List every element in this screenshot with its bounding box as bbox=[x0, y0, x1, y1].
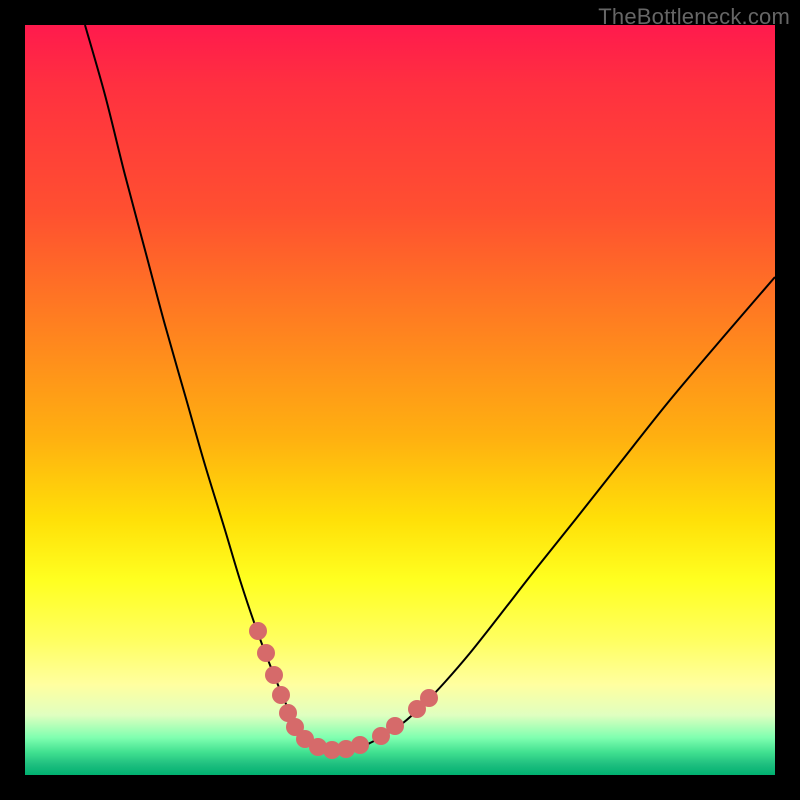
marker-group bbox=[249, 622, 438, 759]
watermark-text: TheBottleneck.com bbox=[598, 4, 790, 30]
marker-right-upper-14 bbox=[420, 689, 438, 707]
marker-left-cluster-1 bbox=[257, 644, 275, 662]
marker-left-cluster-0 bbox=[249, 622, 267, 640]
chart-svg bbox=[25, 25, 775, 775]
marker-bottom-10 bbox=[351, 736, 369, 754]
marker-right-cluster-12 bbox=[386, 717, 404, 735]
chart-plot-area bbox=[25, 25, 775, 775]
marker-left-cluster-3 bbox=[272, 686, 290, 704]
bottleneck-curve bbox=[85, 25, 775, 750]
marker-left-cluster-2 bbox=[265, 666, 283, 684]
